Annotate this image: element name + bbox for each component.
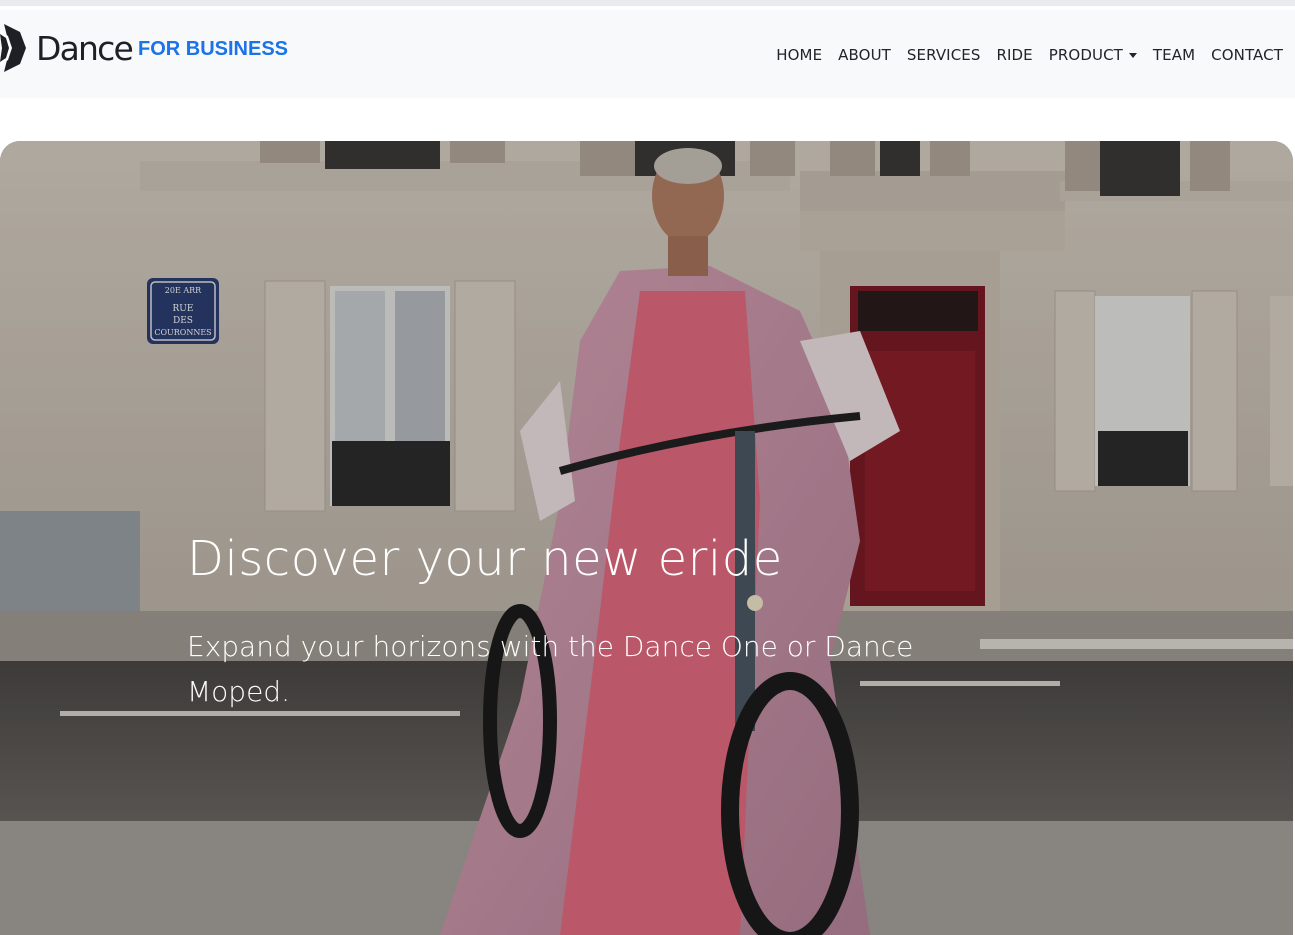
main-navigation: HOME ABOUT SERVICES RIDE PRODUCT TEAM CO… — [760, 46, 1283, 64]
nav-services-link[interactable]: SERVICES — [907, 46, 981, 64]
nav-team-link[interactable]: TEAM — [1153, 46, 1195, 64]
dance-logo-icon — [0, 24, 26, 72]
nav-ride-link[interactable]: RIDE — [996, 46, 1032, 64]
nav-product-label: PRODUCT — [1048, 46, 1123, 64]
hero-banner: 20E ARR RUE DES COURONNES Discover your … — [0, 141, 1293, 935]
hero-subtitle: Expand your horizons with the Dance One … — [187, 630, 914, 708]
navbar: Dance FOR BUSINESS HOME ABOUT SERVICES R… — [0, 10, 1295, 98]
hero-title: Discover your new eride — [187, 531, 783, 587]
nav-home-link[interactable]: HOME — [776, 46, 822, 64]
nav-product-dropdown[interactable]: PRODUCT — [1049, 46, 1137, 64]
brand-tagline: FOR BUSINESS — [138, 37, 289, 60]
nav-about-link[interactable]: ABOUT — [838, 46, 891, 64]
brand-logo-link[interactable]: Dance FOR BUSINESS — [0, 18, 288, 78]
caret-down-icon — [1128, 53, 1137, 58]
brand-name: Dance — [36, 28, 134, 68]
nav-contact-link[interactable]: CONTACT — [1211, 46, 1283, 64]
